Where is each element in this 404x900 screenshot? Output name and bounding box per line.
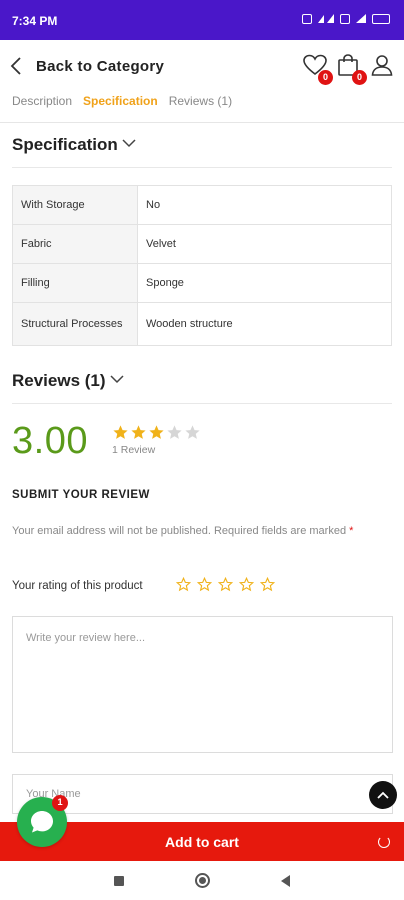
back-triangle-icon[interactable]: [281, 875, 290, 887]
reviews-heading: Reviews (1): [12, 371, 106, 390]
sim-icon: [302, 13, 312, 24]
wifi-icon: [340, 13, 350, 24]
product-tabs: Description Specification Reviews (1): [12, 94, 232, 108]
chevron-up-icon: [377, 791, 389, 799]
loading-spinner-icon: [378, 836, 390, 848]
account-button[interactable]: [371, 54, 397, 80]
chevron-down-icon: [122, 138, 136, 147]
spec-key: Filling: [12, 263, 138, 303]
chat-bubble-icon: [31, 811, 53, 833]
star-empty-icon: [167, 425, 182, 439]
table-row: Structural Processes Wooden structure: [12, 302, 392, 346]
cart-count-badge: 0: [352, 70, 367, 85]
table-row: With Storage No: [12, 185, 392, 225]
star-outline-icon[interactable]: [176, 577, 191, 592]
tab-description[interactable]: Description: [12, 94, 72, 108]
status-bar: 7:34 PM: [0, 0, 404, 40]
review-notice: Your email address will not be published…: [12, 522, 392, 541]
tabs-divider: [0, 122, 404, 123]
signal-icon: [318, 14, 334, 23]
star-filled-icon: [131, 425, 146, 439]
status-icons: [302, 13, 390, 24]
review-textarea[interactable]: [12, 616, 393, 753]
add-to-cart-label: Add to cart: [165, 833, 239, 850]
star-filled-icon: [149, 425, 164, 439]
status-time: 7:34 PM: [12, 14, 58, 28]
cart-button[interactable]: 0: [337, 54, 367, 85]
rating-label: Your rating of this product: [12, 580, 143, 592]
star-filled-icon: [113, 425, 128, 439]
home-icon[interactable]: [195, 873, 210, 888]
chevron-left-icon: [10, 57, 21, 75]
star-empty-icon: [185, 425, 200, 439]
spec-value: Sponge: [137, 263, 392, 303]
signal-2-icon: [356, 14, 366, 23]
specification-toggle[interactable]: Specification: [12, 135, 136, 155]
tab-reviews[interactable]: Reviews (1): [169, 94, 232, 108]
rating-stars: [112, 424, 201, 441]
spec-value: Wooden structure: [137, 302, 392, 346]
chat-notification-badge: 1: [52, 795, 68, 811]
star-outline-icon[interactable]: [218, 577, 233, 592]
top-bar: Back to Category 0 0: [0, 40, 404, 92]
scroll-to-top-button[interactable]: [369, 781, 397, 809]
battery-icon: [372, 13, 390, 24]
system-nav-bar: [0, 861, 404, 900]
star-outline-icon[interactable]: [239, 577, 254, 592]
review-notice-text: Your email address will not be published…: [12, 525, 347, 537]
back-to-category-button[interactable]: Back to Category: [10, 52, 164, 80]
spec-value: Velvet: [137, 224, 392, 264]
user-icon: [371, 55, 393, 76]
wishlist-count-badge: 0: [318, 70, 333, 85]
review-count: 1 Review: [112, 444, 156, 456]
average-rating: 3.00: [12, 420, 88, 462]
table-row: Filling Sponge: [12, 263, 392, 303]
specification-divider: [12, 167, 392, 168]
spec-value: No: [137, 185, 392, 225]
spec-key: Fabric: [12, 224, 138, 264]
chevron-down-icon: [110, 374, 124, 383]
tab-specification[interactable]: Specification: [83, 94, 158, 108]
spec-key: With Storage: [12, 185, 138, 225]
reviews-divider: [12, 403, 392, 404]
submit-review-title: SUBMIT YOUR REVIEW: [12, 489, 150, 501]
back-label: Back to Category: [36, 57, 165, 75]
rating-input: [176, 577, 275, 592]
required-mark: *: [349, 525, 354, 537]
specification-heading: Specification: [12, 135, 118, 154]
name-field[interactable]: [12, 774, 393, 814]
star-outline-icon[interactable]: [260, 577, 275, 592]
recents-icon[interactable]: [114, 876, 124, 886]
spec-key: Structural Processes: [12, 302, 138, 346]
wishlist-button[interactable]: 0: [303, 54, 333, 85]
reviews-toggle[interactable]: Reviews (1): [12, 371, 124, 391]
specification-table: With Storage No Fabric Velvet Filling Sp…: [12, 185, 392, 346]
star-outline-icon[interactable]: [197, 577, 212, 592]
table-row: Fabric Velvet: [12, 224, 392, 264]
